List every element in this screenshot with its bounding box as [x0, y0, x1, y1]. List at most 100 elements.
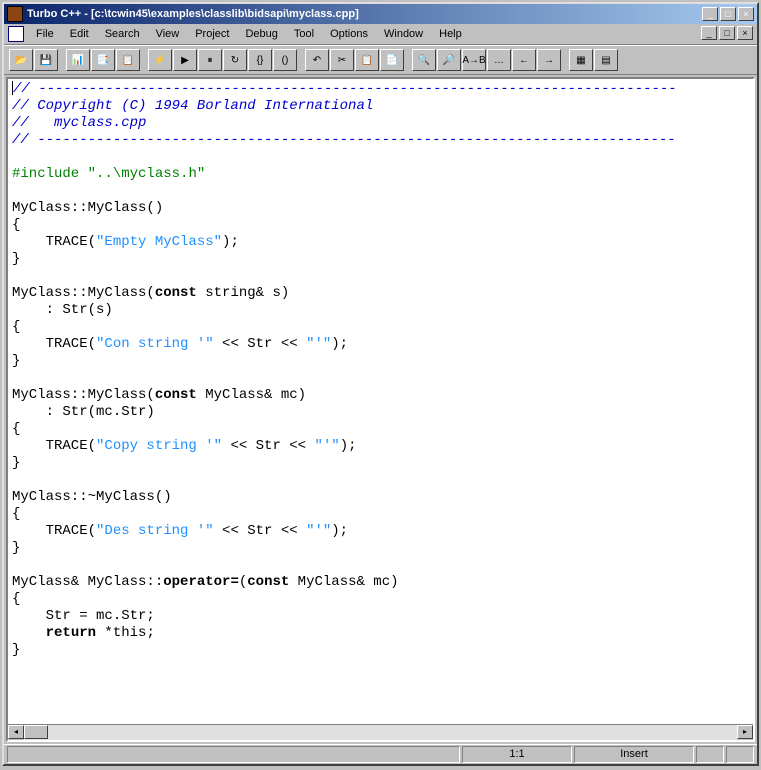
code-text: MyClass::MyClass( — [12, 285, 155, 301]
code-brace: } — [12, 353, 20, 369]
code-string: "'" — [306, 523, 331, 539]
find-icon[interactable]: 🔍 — [412, 49, 436, 71]
code-line: : Str(s) — [12, 302, 113, 318]
save-file-icon[interactable]: 💾 — [34, 49, 58, 71]
horizontal-scrollbar[interactable]: ◂ ▸ — [8, 724, 753, 740]
copy-icon[interactable]: 📋 — [355, 49, 379, 71]
menu-debug[interactable]: Debug — [237, 26, 285, 42]
status-edit-mode: Insert — [574, 746, 694, 763]
undo-icon[interactable]: ↶ — [305, 49, 329, 71]
code-text: ); — [340, 438, 357, 454]
run-icon[interactable]: ⚡ — [148, 49, 172, 71]
menu-edit[interactable]: Edit — [62, 26, 97, 42]
status-pane-2 — [726, 746, 754, 763]
menu-options[interactable]: Options — [322, 26, 376, 42]
browse-icon[interactable]: … — [487, 49, 511, 71]
close-button[interactable]: × — [738, 7, 754, 21]
code-text: ); — [331, 523, 348, 539]
watch-icon[interactable]: () — [273, 49, 297, 71]
compile-icon[interactable]: 📑 — [91, 49, 115, 71]
code-keyword: return — [46, 625, 96, 641]
code-keyword: const — [155, 387, 197, 403]
project-icon[interactable]: 📊 — [66, 49, 90, 71]
code-string: "'" — [306, 336, 331, 352]
code-brace: } — [12, 642, 20, 658]
code-line: MyClass::~MyClass() — [12, 489, 172, 505]
code-keyword: const — [155, 285, 197, 301]
toggle-breakpoint-icon[interactable]: {} — [248, 49, 272, 71]
code-include-path: "..\myclass.h" — [88, 166, 206, 182]
code-line: Str = mc.Str; — [12, 608, 155, 624]
code-brace: { — [12, 591, 20, 607]
status-cursor-position: 1:1 — [462, 746, 572, 763]
tile-icon[interactable]: ▦ — [569, 49, 593, 71]
code-string: "'" — [314, 438, 339, 454]
code-text: << Str << — [214, 336, 306, 352]
menubar: File Edit Search View Project Debug Tool… — [4, 24, 757, 45]
menu-help[interactable]: Help — [431, 26, 470, 42]
scroll-left-icon[interactable]: ◂ — [8, 725, 24, 739]
code-text: MyClass& MyClass:: — [12, 574, 163, 590]
code-brace: { — [12, 217, 20, 233]
code-text: TRACE( — [12, 234, 96, 250]
code-comment: // -------------------------------------… — [12, 132, 676, 148]
menu-view[interactable]: View — [148, 26, 188, 42]
find-next-icon[interactable]: 🔎 — [437, 49, 461, 71]
prev-msg-icon[interactable]: ← — [512, 49, 536, 71]
code-text: string& s) — [197, 285, 289, 301]
maximize-button[interactable]: □ — [720, 7, 736, 21]
open-file-icon[interactable]: 📂 — [9, 49, 33, 71]
app-icon — [7, 6, 23, 22]
paste-icon[interactable]: 📄 — [380, 49, 404, 71]
code-text: *this; — [96, 625, 155, 641]
code-text — [12, 625, 46, 641]
code-brace: } — [12, 251, 20, 267]
mdi-maximize-button[interactable]: □ — [719, 26, 735, 40]
code-line: MyClass::MyClass() — [12, 200, 163, 216]
code-text: TRACE( — [12, 523, 96, 539]
code-text: << Str << — [214, 523, 306, 539]
code-keyword: const — [247, 574, 289, 590]
reset-icon[interactable]: ↻ — [223, 49, 247, 71]
editor-frame: // -------------------------------------… — [6, 77, 755, 742]
code-string: "Des string '" — [96, 523, 214, 539]
scroll-track[interactable] — [24, 725, 737, 740]
menu-project[interactable]: Project — [187, 26, 237, 42]
next-msg-icon[interactable]: → — [537, 49, 561, 71]
document-icon[interactable] — [8, 26, 24, 42]
menu-window[interactable]: Window — [376, 26, 431, 42]
code-preproc: #include — [12, 166, 88, 182]
code-string: "Con string '" — [96, 336, 214, 352]
cascade-icon[interactable]: ▤ — [594, 49, 618, 71]
code-brace: } — [12, 540, 20, 556]
mdi-close-button[interactable]: × — [737, 26, 753, 40]
cut-icon[interactable]: ✂ — [330, 49, 354, 71]
code-editor[interactable]: // -------------------------------------… — [8, 79, 753, 724]
code-brace: { — [12, 421, 20, 437]
titlebar[interactable]: Turbo C++ - [c:\tcwin45\examples\classli… — [4, 4, 757, 24]
step-into-icon[interactable]: ⏸ — [198, 49, 222, 71]
code-brace: { — [12, 506, 20, 522]
scroll-right-icon[interactable]: ▸ — [737, 725, 753, 739]
menu-file[interactable]: File — [28, 26, 62, 42]
code-text: ( — [239, 574, 247, 590]
menu-search[interactable]: Search — [97, 26, 148, 42]
replace-icon[interactable]: A→B — [462, 49, 486, 71]
code-line: : Str(mc.Str) — [12, 404, 155, 420]
code-text: MyClass& mc) — [289, 574, 398, 590]
code-comment: // myclass.cpp — [12, 115, 146, 131]
window-title: Turbo C++ - [c:\tcwin45\examples\classli… — [27, 8, 700, 20]
mdi-controls: _ □ × — [699, 26, 753, 42]
minimize-button[interactable]: _ — [702, 7, 718, 21]
code-text: TRACE( — [12, 438, 96, 454]
mdi-minimize-button[interactable]: _ — [701, 26, 717, 40]
code-text: << Str << — [222, 438, 314, 454]
code-text: ); — [331, 336, 348, 352]
step-over-icon[interactable]: ▶ — [173, 49, 197, 71]
toolbar: 📂 💾 📊 📑 📋 ⚡ ▶ ⏸ ↻ {} () ↶ ✂ 📋 📄 🔍 🔎 A→B … — [4, 45, 757, 75]
scroll-thumb[interactable] — [24, 725, 48, 739]
code-text: TRACE( — [12, 336, 96, 352]
make-icon[interactable]: 📋 — [116, 49, 140, 71]
app-window: Turbo C++ - [c:\tcwin45\examples\classli… — [2, 2, 759, 766]
menu-tool[interactable]: Tool — [286, 26, 322, 42]
